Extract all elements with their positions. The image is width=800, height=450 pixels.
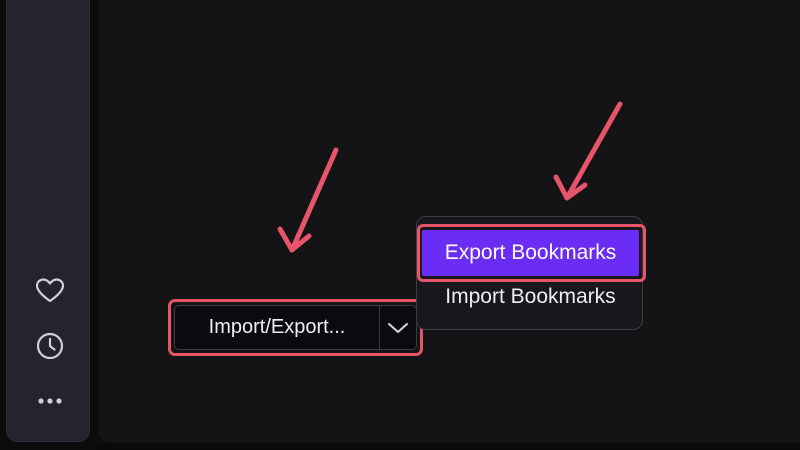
bottom-edge — [92, 444, 800, 450]
split-button-highlight-box — [168, 299, 423, 356]
heart-icon[interactable] — [35, 276, 65, 306]
sidebar — [6, 0, 90, 442]
menu-item-import-bookmarks[interactable]: Import Bookmarks — [422, 278, 639, 316]
more-dots-icon[interactable] — [35, 386, 65, 416]
clock-icon[interactable] — [35, 331, 65, 361]
app-window: Import/Export... Export Bookmarks Import… — [0, 0, 800, 450]
export-item-highlight-box — [417, 224, 646, 282]
